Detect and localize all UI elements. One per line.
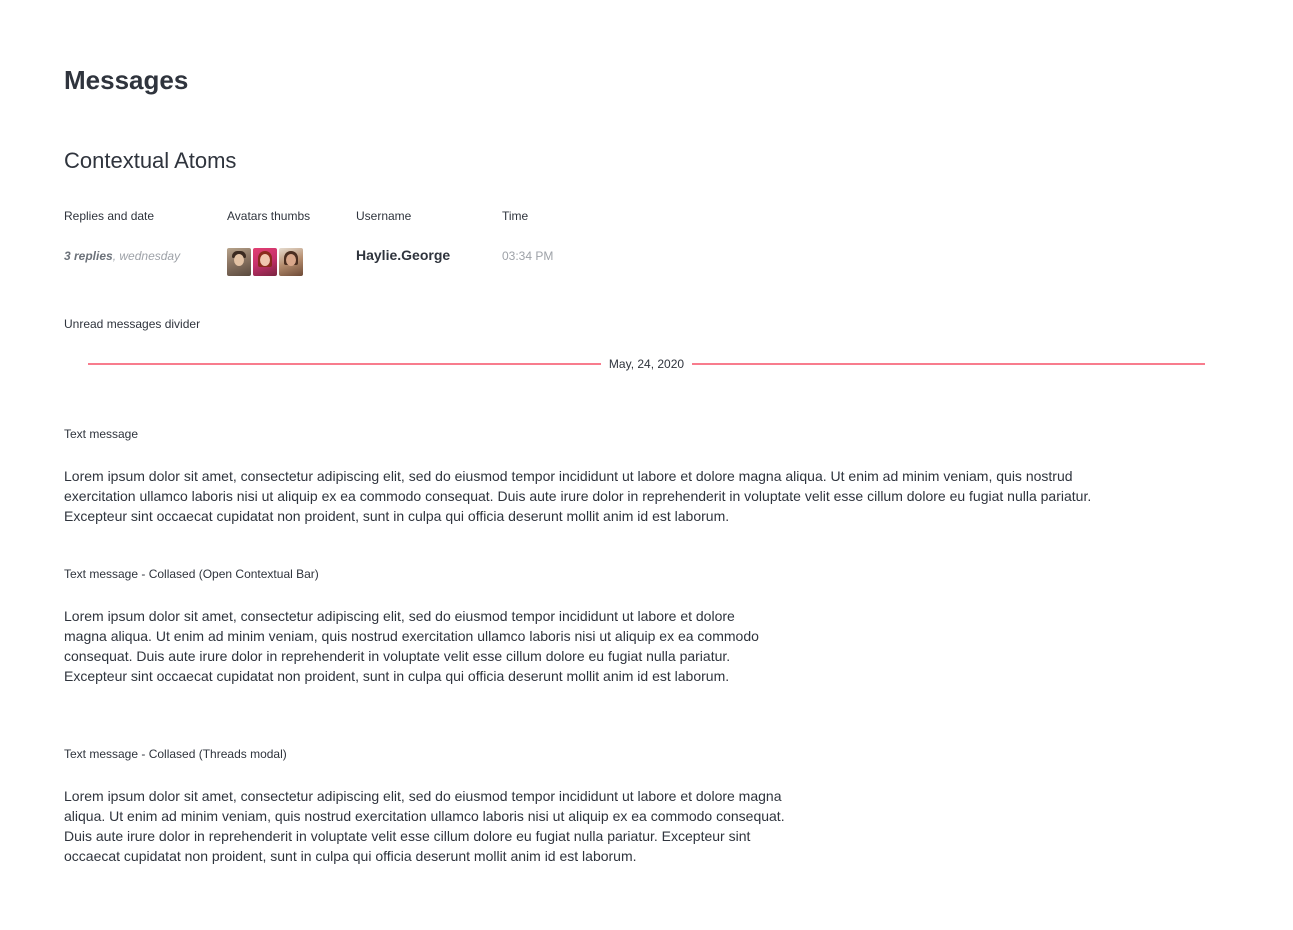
replies-and-date-label: Replies and date	[64, 209, 155, 223]
avatar-face	[286, 254, 296, 266]
time-label: Time	[502, 209, 529, 223]
user-avatar[interactable]	[227, 248, 251, 276]
unread-divider-label: Unread messages divider	[64, 317, 201, 331]
username-label: Username	[356, 209, 412, 223]
user-avatar[interactable]	[279, 248, 303, 276]
user-avatar[interactable]	[253, 248, 277, 276]
replies-date: wednesday	[119, 249, 181, 263]
text-message-collapsed-contextual-bar: Lorem ipsum dolor sit amet, consectetur …	[64, 608, 759, 684]
username[interactable]: Haylie.George	[356, 245, 450, 265]
text-message-label: Text message	[64, 427, 139, 441]
divider-date: May, 24, 2020	[608, 357, 685, 371]
message-time: 03:34 PM	[502, 249, 554, 263]
replies-and-date[interactable]: 3 replies, wednesday	[64, 248, 180, 264]
text-message: Lorem ipsum dolor sit amet, consectetur …	[64, 468, 1092, 524]
avatars-thumbs[interactable]	[227, 248, 303, 276]
text-message-contextual-bar-label: Text message - Collased (Open Contextual…	[64, 567, 319, 581]
unread-messages-divider: May, 24, 2020	[88, 354, 1206, 374]
divider-line-left	[88, 363, 601, 365]
section-title: Contextual Atoms	[64, 148, 237, 173]
divider-line-right	[692, 363, 1206, 365]
replies-count: 3 replies	[64, 249, 113, 263]
avatar-face	[234, 254, 244, 266]
text-message-threads-modal-label: Text message - Collased (Threads modal)	[64, 747, 287, 761]
avatar-face	[260, 254, 270, 266]
page-title: Messages	[64, 65, 189, 95]
avatars-thumbs-label: Avatars thumbs	[227, 209, 311, 223]
text-message-collapsed-threads-modal: Lorem ipsum dolor sit amet, consectetur …	[64, 788, 785, 864]
